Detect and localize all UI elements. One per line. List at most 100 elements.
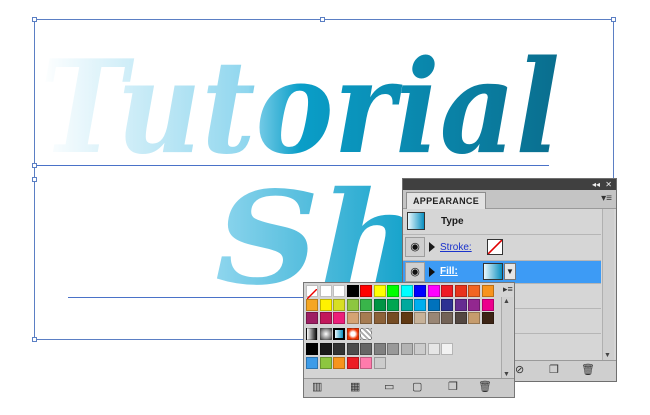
color-swatch[interactable] bbox=[373, 356, 386, 369]
color-swatch[interactable] bbox=[360, 298, 372, 311]
stroke-link[interactable]: Stroke: bbox=[440, 242, 472, 253]
color-swatch[interactable] bbox=[306, 298, 318, 311]
color-swatch[interactable] bbox=[373, 298, 386, 311]
swatches-scroll-down-icon[interactable]: ▼ bbox=[503, 371, 510, 378]
color-swatch[interactable] bbox=[427, 298, 440, 311]
color-swatch[interactable] bbox=[346, 343, 359, 355]
swatch-none[interactable] bbox=[306, 285, 318, 300]
color-swatch[interactable] bbox=[400, 343, 413, 355]
duplicate-item-icon[interactable]: ❐ bbox=[549, 364, 559, 377]
color-swatch[interactable] bbox=[319, 285, 332, 297]
color-swatch[interactable] bbox=[319, 312, 332, 324]
color-swatch[interactable] bbox=[319, 356, 332, 369]
color-swatch[interactable] bbox=[468, 285, 480, 297]
swatch-gradient-radial[interactable] bbox=[319, 327, 332, 340]
stroke-none-swatch-icon[interactable] bbox=[487, 239, 503, 255]
swatch-options-icon[interactable]: ▭ bbox=[384, 381, 394, 394]
fill-visibility-eye-icon[interactable]: ◉ bbox=[405, 262, 425, 282]
swatch-gradient-dot[interactable] bbox=[346, 327, 359, 340]
color-swatch[interactable] bbox=[373, 343, 386, 355]
fill-gradient-swatch-icon[interactable] bbox=[483, 263, 503, 280]
new-swatch-icon[interactable]: ❐ bbox=[448, 381, 458, 394]
color-swatch[interactable] bbox=[373, 312, 386, 324]
delete-swatch-icon[interactable]: 🗑 bbox=[478, 381, 492, 394]
scroll-down-arrow-icon[interactable]: ▼ bbox=[604, 352, 611, 359]
color-swatch[interactable] bbox=[414, 312, 426, 324]
stroke-visibility-eye-icon[interactable]: ◉ bbox=[405, 237, 425, 257]
color-swatch[interactable] bbox=[481, 298, 494, 311]
color-swatch[interactable] bbox=[360, 356, 372, 369]
color-swatch[interactable] bbox=[306, 312, 318, 324]
color-swatch[interactable] bbox=[346, 312, 359, 324]
type-row[interactable]: Type bbox=[403, 209, 601, 235]
fill-link[interactable]: Fill: bbox=[440, 266, 458, 277]
tab-appearance[interactable]: APPEARANCE bbox=[406, 192, 487, 209]
color-swatch[interactable] bbox=[400, 298, 413, 311]
color-swatch[interactable] bbox=[387, 312, 399, 324]
color-swatch[interactable] bbox=[400, 312, 413, 324]
color-swatch[interactable] bbox=[346, 285, 359, 297]
fill-expand-triangle-icon[interactable] bbox=[429, 267, 435, 277]
color-swatch[interactable] bbox=[468, 298, 480, 311]
swatch-pattern[interactable] bbox=[360, 327, 372, 340]
new-color-group-icon[interactable]: ▢ bbox=[412, 381, 422, 394]
color-swatch[interactable] bbox=[333, 343, 345, 355]
color-swatch[interactable] bbox=[481, 312, 494, 324]
color-swatch[interactable] bbox=[333, 312, 345, 324]
color-swatch[interactable] bbox=[454, 298, 467, 311]
color-swatch[interactable] bbox=[441, 343, 453, 355]
swatches-scrollbar[interactable]: ▲ ▼ bbox=[501, 297, 513, 379]
color-swatch[interactable] bbox=[319, 343, 332, 355]
color-swatch[interactable] bbox=[481, 285, 494, 297]
swatch-menu-icon[interactable]: ▸≡ bbox=[503, 284, 513, 294]
swatch-libraries-menu-icon[interactable]: ▥ bbox=[312, 381, 322, 394]
color-swatch[interactable] bbox=[387, 343, 399, 355]
selection-handle-bottom-left[interactable] bbox=[32, 337, 37, 342]
color-swatch[interactable] bbox=[373, 285, 386, 297]
panel-menu-icon[interactable]: ▾≡ bbox=[601, 193, 612, 205]
artwork-line-1[interactable]: Tutorial bbox=[40, 33, 560, 183]
color-swatch[interactable] bbox=[427, 343, 440, 355]
panel-titlebar[interactable]: ◂◂ ✕ bbox=[403, 179, 616, 190]
fill-row[interactable]: ◉ Fill: ▼ bbox=[403, 261, 601, 284]
selection-handle-top-middle[interactable] bbox=[320, 17, 325, 22]
color-swatch[interactable] bbox=[387, 298, 399, 311]
swatch-gradient-blue-selected[interactable] bbox=[333, 327, 345, 340]
swatches-popup[interactable]: ▸≡ ▲ ▼ ▥ ▦ ▭ ▢ ❐ 🗑 bbox=[303, 282, 515, 398]
color-swatch[interactable] bbox=[387, 285, 399, 297]
color-swatch[interactable] bbox=[360, 285, 372, 297]
color-swatch[interactable] bbox=[400, 285, 413, 297]
color-swatch[interactable] bbox=[414, 343, 426, 355]
color-swatch[interactable] bbox=[454, 312, 467, 324]
color-swatch[interactable] bbox=[346, 356, 359, 369]
color-swatch[interactable] bbox=[360, 343, 372, 355]
stroke-expand-triangle-icon[interactable] bbox=[429, 242, 435, 252]
color-swatch[interactable] bbox=[346, 298, 359, 311]
color-swatch[interactable] bbox=[468, 312, 480, 324]
color-swatch[interactable] bbox=[306, 343, 318, 355]
color-swatch[interactable] bbox=[454, 285, 467, 297]
fill-dropdown-arrow-icon[interactable]: ▼ bbox=[504, 263, 516, 280]
swatch-gradient-black-white[interactable] bbox=[306, 327, 318, 340]
color-swatch[interactable] bbox=[414, 298, 426, 311]
swatches-scroll-up-icon[interactable]: ▲ bbox=[503, 298, 510, 305]
color-swatch[interactable] bbox=[441, 298, 453, 311]
color-swatch[interactable] bbox=[441, 312, 453, 324]
selection-handle-top-right[interactable] bbox=[611, 17, 616, 22]
color-swatch[interactable] bbox=[333, 356, 345, 369]
clear-appearance-icon[interactable]: ⊘ bbox=[515, 364, 524, 377]
color-swatch[interactable] bbox=[427, 285, 440, 297]
color-swatch[interactable] bbox=[414, 285, 426, 297]
color-swatch[interactable] bbox=[333, 285, 345, 297]
close-panel-icon[interactable]: ✕ bbox=[605, 179, 612, 190]
show-swatch-kinds-icon[interactable]: ▦ bbox=[350, 381, 360, 394]
color-swatch[interactable] bbox=[427, 312, 440, 324]
baseline-anchor-point[interactable] bbox=[32, 163, 37, 168]
delete-item-icon[interactable]: 🗑 bbox=[581, 364, 595, 377]
selection-handle-middle-left[interactable] bbox=[32, 177, 37, 182]
collapse-panel-icon[interactable]: ◂◂ bbox=[592, 179, 600, 190]
color-swatch[interactable] bbox=[333, 298, 345, 311]
color-swatch[interactable] bbox=[360, 312, 372, 324]
color-swatch[interactable] bbox=[319, 298, 332, 311]
color-swatch[interactable] bbox=[306, 356, 318, 369]
